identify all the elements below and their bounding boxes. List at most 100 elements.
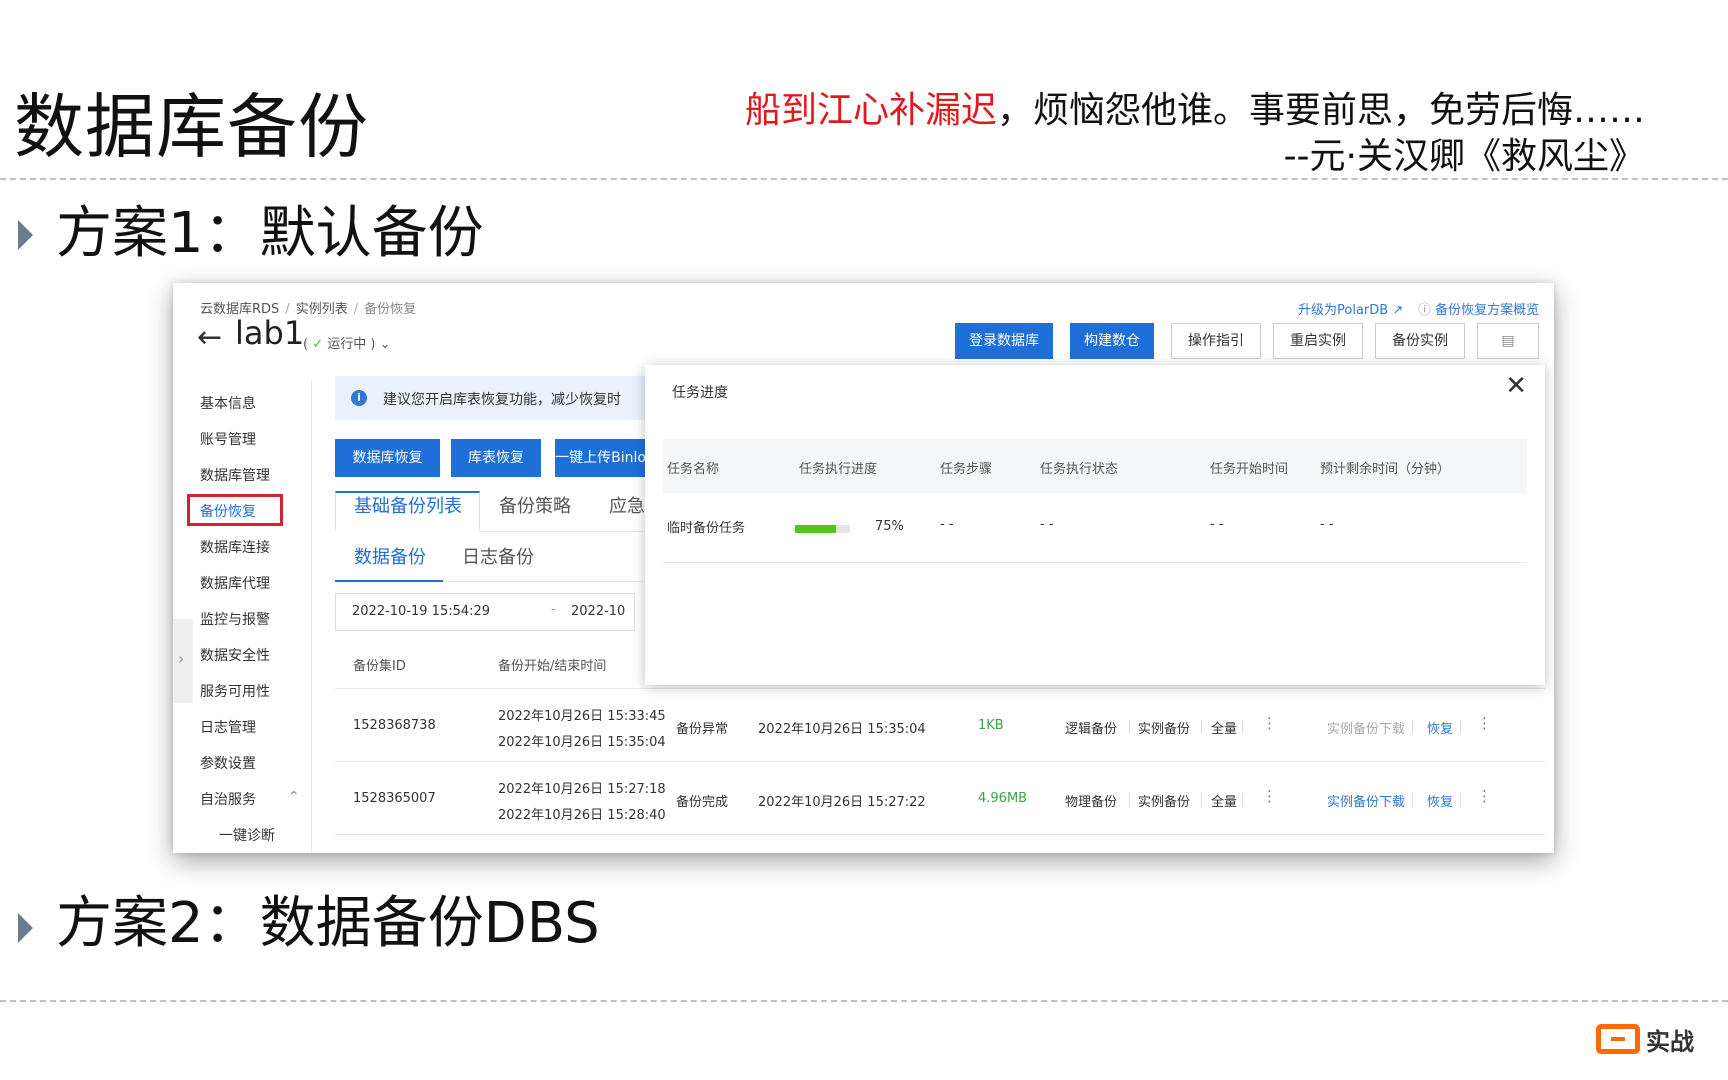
breadcrumb: 云数据库RDS / 实例列表 / 备份恢复 [200,302,417,317]
chevron-down-icon: ⌄ [379,337,391,352]
external-link-icon: ↗ [1392,303,1404,318]
more-actions-icon[interactable]: ⋮ [1477,789,1492,804]
task-progress-modal: 任务进度 ✕ 任务名称 任务执行进度 任务步骤 任务执行状态 任务开始时间 预计… [645,365,1545,685]
date-end: 2022-10 [571,604,626,619]
table-restore-button[interactable]: 库表恢复 [451,439,541,477]
instance-status[interactable]: ( ✓ 运行中 ) ⌄ [303,333,391,352]
consistent-time: 2022年10月26日 15:35:04 [758,722,926,737]
backup-instance-button[interactable]: 备份实例 [1375,323,1465,359]
table-header-divider [335,688,1545,689]
chevron-right-icon: › [178,649,185,668]
task-start-time: - - [1210,517,1224,532]
bullet-plan-1: 方案1：默认备份 [56,201,484,266]
backup-size: 4.96MB [978,791,1028,806]
sidebar-collapse-toggle[interactable]: › [173,619,193,703]
download-link[interactable]: 实例备份下载 [1327,791,1405,810]
instance-name: lab1 [235,314,305,352]
backup-scope: 全量 [1211,722,1238,737]
db-restore-button[interactable]: 数据库恢复 [335,439,440,477]
sidebar-item-autonomy[interactable]: 自治服务 ⌃ [200,789,300,809]
build-warehouse-button[interactable]: 构建数仓 [1070,323,1154,359]
upload-binlog-button[interactable]: 一键上传Binlog [555,439,655,477]
backup-type: 实例备份 [1138,722,1191,737]
sidebar-item-backup-restore[interactable]: 备份恢复 [187,494,283,526]
backup-method: 物理备份 [1065,795,1118,810]
tab-emergency[interactable]: 应急 [609,492,645,518]
backup-end-time: 2022年10月26日 15:28:40 [498,808,666,823]
task-progress-bar [795,525,850,533]
modal-column-header: 任务开始时间 [1210,462,1289,477]
backup-state: 备份异常 [676,722,729,737]
status-text: 运行中 [327,337,367,352]
backup-start-time: 2022年10月26日 15:27:18 [498,782,666,797]
info-notice: i 建议您开启库表恢复功能，减少恢复时 [335,376,655,420]
console-screenshot: 云数据库RDS / 实例列表 / 备份恢复 ← lab1 ( ✓ 运行中 ) ⌄ 升级为… [173,283,1554,853]
date-start: 2022-10-19 15:54:29 [352,604,491,619]
backup-method: 逻辑备份 [1065,722,1118,737]
row-divider [335,761,1545,762]
back-arrow-icon[interactable]: ← [197,323,222,353]
task-progress-label: 75% [875,519,904,534]
overview-link-label: 备份恢复方案概览 [1435,303,1540,318]
breadcrumb-current: 备份恢复 [364,302,417,317]
sidebar-item-monitoring[interactable]: 监控与报警 [200,609,270,629]
check-icon: ✓ [312,337,324,352]
sidebar-item-connection[interactable]: 数据库连接 [200,537,270,557]
upgrade-link[interactable]: 升级为PolarDB ↗ [1298,299,1403,318]
more-options-icon[interactable]: ⋮ [1262,789,1277,804]
sidebar-item-databases[interactable]: 数据库管理 [200,465,270,485]
backup-id: 1528368738 [353,718,436,733]
help-icon: ⓘ [1418,303,1432,318]
backup-type: 实例备份 [1138,795,1191,810]
sidebar-item-logs[interactable]: 日志管理 [200,717,256,737]
footer-divider [0,1000,1728,1002]
tab-basic-backup-list[interactable]: 基础备份列表 [354,492,462,518]
sidebar-item-security[interactable]: 数据安全性 [200,645,270,665]
quote-source: --元·关汉卿《救风尘》 [1283,136,1645,177]
column-header-backup-id: 备份集ID [353,659,406,674]
overview-link[interactable]: ⓘ 备份恢复方案概览 [1418,299,1539,318]
sidebar-item-proxy[interactable]: 数据库代理 [200,573,270,593]
restart-button[interactable]: 重启实例 [1273,323,1363,359]
consistent-time: 2022年10月26日 15:27:22 [758,795,926,810]
more-menu-icon[interactable]: ▤ [1477,323,1539,359]
tab-backup-policy[interactable]: 备份策略 [499,492,571,518]
modal-row-divider [663,562,1527,563]
column-header-backup-time: 备份开始/结束时间 [498,659,607,674]
modal-column-header: 任务步骤 [940,462,993,477]
slide-title: 数据库备份 [14,86,369,168]
login-db-button[interactable]: 登录数据库 [955,323,1053,359]
more-actions-icon[interactable]: ⋮ [1477,716,1492,731]
close-icon[interactable]: ✕ [1505,373,1527,399]
bullet-plan-2: 方案2：数据备份DBS [56,891,600,956]
modal-column-header: 预计剩余时间（分钟） [1320,462,1451,477]
backup-end-time: 2022年10月26日 15:35:04 [498,735,666,750]
guide-button[interactable]: 操作指引 [1171,323,1261,359]
modal-title: 任务进度 [672,385,728,401]
task-state: - - [1040,517,1054,532]
task-remaining-time: - - [1320,517,1334,532]
sidebar-subitem-diagnosis[interactable]: 一键诊断 [219,825,275,845]
subtab-data-backup[interactable]: 数据备份 [354,543,426,569]
more-options-icon[interactable]: ⋮ [1262,716,1277,731]
bullet-triangle-icon [18,220,33,250]
restore-link[interactable]: 恢复 [1427,718,1453,737]
quote-rest: ，烦恼怨他谁。事要前思，免劳后悔…… [996,90,1645,131]
bullet-triangle-icon [18,913,33,943]
sidebar-item-accounts[interactable]: 账号管理 [200,429,256,449]
sidebar-item-parameters[interactable]: 参数设置 [200,753,256,773]
row-divider [335,834,1545,835]
info-icon: i [351,390,367,406]
restore-link[interactable]: 恢复 [1427,791,1453,810]
sidebar-item-basic-info[interactable]: 基本信息 [200,393,256,413]
subtab-log-backup[interactable]: 日志备份 [462,543,534,569]
date-separator: - [551,602,556,617]
backup-start-time: 2022年10月26日 15:33:45 [498,709,666,724]
task-step: - - [940,517,954,532]
chevron-up-icon: ⌃ [288,789,300,805]
backup-id: 1528365007 [353,791,436,806]
sidebar-item-availability[interactable]: 服务可用性 [200,681,270,701]
modal-column-header: 任务执行状态 [1040,462,1119,477]
date-range-picker[interactable]: 2022-10-19 15:54:29 - 2022-10 [335,593,635,631]
task-name: 临时备份任务 [667,521,746,536]
